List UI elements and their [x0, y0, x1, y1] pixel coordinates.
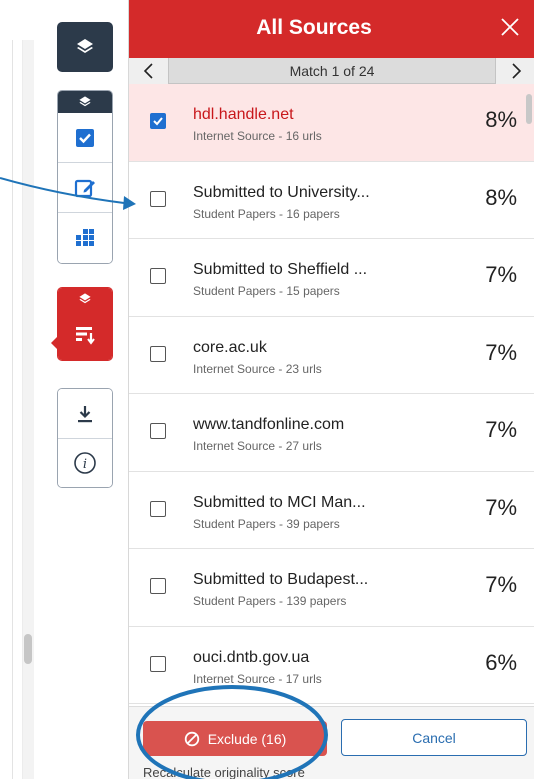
close-icon: [501, 18, 519, 36]
info-button[interactable]: i: [58, 439, 112, 487]
source-percent: 7%: [485, 494, 517, 520]
source-checkbox[interactable]: [150, 190, 166, 207]
panel-footer: Exclude (16) Cancel Recalculate original…: [129, 706, 534, 779]
all-sources-panel: All Sources Match 1 of 24 hdl.handle.net…: [128, 0, 534, 779]
source-title[interactable]: Submitted to MCI Man...: [193, 494, 366, 512]
match-tools-group: [57, 287, 113, 361]
previous-match-button[interactable]: [129, 58, 169, 84]
source-subtitle: Internet Source - 17 urls: [193, 671, 322, 686]
layers-button[interactable]: [57, 22, 113, 72]
checkbox-icon: [76, 128, 94, 147]
source-title[interactable]: hdl.handle.net: [193, 106, 294, 124]
source-row[interactable]: hdl.handle.net Internet Source - 16 urls 8…: [129, 84, 534, 162]
source-checkbox[interactable]: [150, 423, 166, 439]
document-scrollbar-track[interactable]: [22, 40, 34, 779]
source-subtitle: Student Papers - 139 papers: [193, 594, 347, 608]
source-subtitle: Internet Source - 16 urls: [193, 129, 322, 143]
checkbox-tool-button[interactable]: [58, 113, 112, 163]
similarity-tools-group: [57, 90, 113, 264]
source-percent: 7%: [485, 417, 517, 442]
source-title[interactable]: www.tandfonline.com: [193, 416, 344, 434]
source-percent: 7%: [485, 572, 517, 597]
source-subtitle: Internet Source - 23 urls: [193, 361, 322, 376]
grid-icon: [76, 229, 94, 246]
document-scrollbar-thumb[interactable]: [24, 634, 32, 664]
filter-sort-button[interactable]: [58, 310, 112, 360]
layers-icon: [79, 293, 91, 304]
checkmark-icon: [153, 117, 163, 126]
source-row[interactable]: www.tandfonline.com Internet Source - 27 …: [129, 394, 534, 472]
source-row[interactable]: core.ac.uk Internet Source - 23 urls 7%: [129, 316, 534, 394]
recalculate-link[interactable]: Recalculate originality score: [143, 765, 305, 779]
edit-tool-button[interactable]: [58, 163, 112, 213]
filter-sort-icon: [76, 327, 95, 345]
source-title[interactable]: core.ac.uk: [193, 339, 267, 357]
source-subtitle: Student Papers - 39 papers: [193, 516, 340, 531]
source-title[interactable]: Submitted to University...: [193, 184, 370, 202]
source-subtitle: Student Papers - 16 papers: [193, 206, 340, 221]
source-title[interactable]: Submitted to Sheffield ...: [193, 261, 367, 279]
source-subtitle: Internet Source - 27 urls: [193, 439, 322, 453]
download-button[interactable]: [58, 389, 112, 439]
layers-icon: [79, 96, 91, 107]
chevron-left-icon: [143, 63, 153, 79]
grid-tool-button[interactable]: [58, 213, 112, 263]
source-checkbox[interactable]: [150, 578, 166, 594]
source-title[interactable]: ouci.dntb.gov.ua: [193, 649, 309, 667]
ban-icon: [184, 731, 199, 746]
source-percent: 7%: [485, 339, 517, 365]
download-icon: [78, 405, 92, 422]
source-checkbox[interactable]: [150, 655, 166, 672]
source-row[interactable]: Submitted to MCI Man... Student Papers - …: [129, 471, 534, 549]
match-counter: Match 1 of 24: [289, 63, 375, 79]
document-area: [0, 0, 50, 779]
chevron-right-icon: [511, 63, 521, 79]
source-percent: 7%: [485, 262, 517, 287]
next-match-button[interactable]: [495, 58, 534, 84]
source-title[interactable]: Submitted to Budapest...: [193, 571, 368, 589]
document-edge: [12, 40, 13, 779]
source-list-scrollbar-thumb[interactable]: [526, 94, 532, 124]
active-tool-pointer: [51, 336, 58, 350]
match-navigation: Match 1 of 24: [129, 58, 534, 84]
svg-text:i: i: [83, 457, 87, 472]
source-row[interactable]: Submitted to University... Student Papers…: [129, 161, 534, 239]
panel-header: All Sources: [129, 0, 534, 58]
exclude-button[interactable]: Exclude (16): [143, 721, 327, 756]
source-checkbox[interactable]: [150, 500, 166, 517]
layers-icon: [77, 39, 93, 53]
exclude-button-label: Exclude (16): [207, 730, 287, 747]
source-checkbox[interactable]: [150, 345, 166, 362]
source-row[interactable]: Submitted to Sheffield ... Student Papers…: [129, 239, 534, 317]
source-percent: 8%: [485, 107, 517, 132]
similarity-group-header: [58, 91, 112, 113]
source-row[interactable]: ouci.dntb.gov.ua Internet Source - 17 url…: [129, 626, 534, 704]
match-group-header: [58, 288, 112, 310]
info-icon: i: [74, 452, 96, 474]
source-checkbox[interactable]: [150, 268, 166, 284]
cancel-button[interactable]: Cancel: [341, 719, 527, 756]
source-subtitle: Student Papers - 15 papers: [193, 284, 340, 298]
source-list: hdl.handle.net Internet Source - 16 urls 8…: [129, 84, 534, 706]
source-percent: 6%: [485, 649, 517, 675]
source-row[interactable]: Submitted to Budapest... Student Papers -…: [129, 549, 534, 627]
utility-tools-group: i: [57, 388, 113, 488]
edit-icon: [74, 179, 95, 197]
panel-title: All Sources: [256, 16, 372, 39]
source-percent: 8%: [485, 184, 517, 210]
source-checkbox[interactable]: [150, 113, 166, 129]
close-button[interactable]: [493, 10, 527, 44]
